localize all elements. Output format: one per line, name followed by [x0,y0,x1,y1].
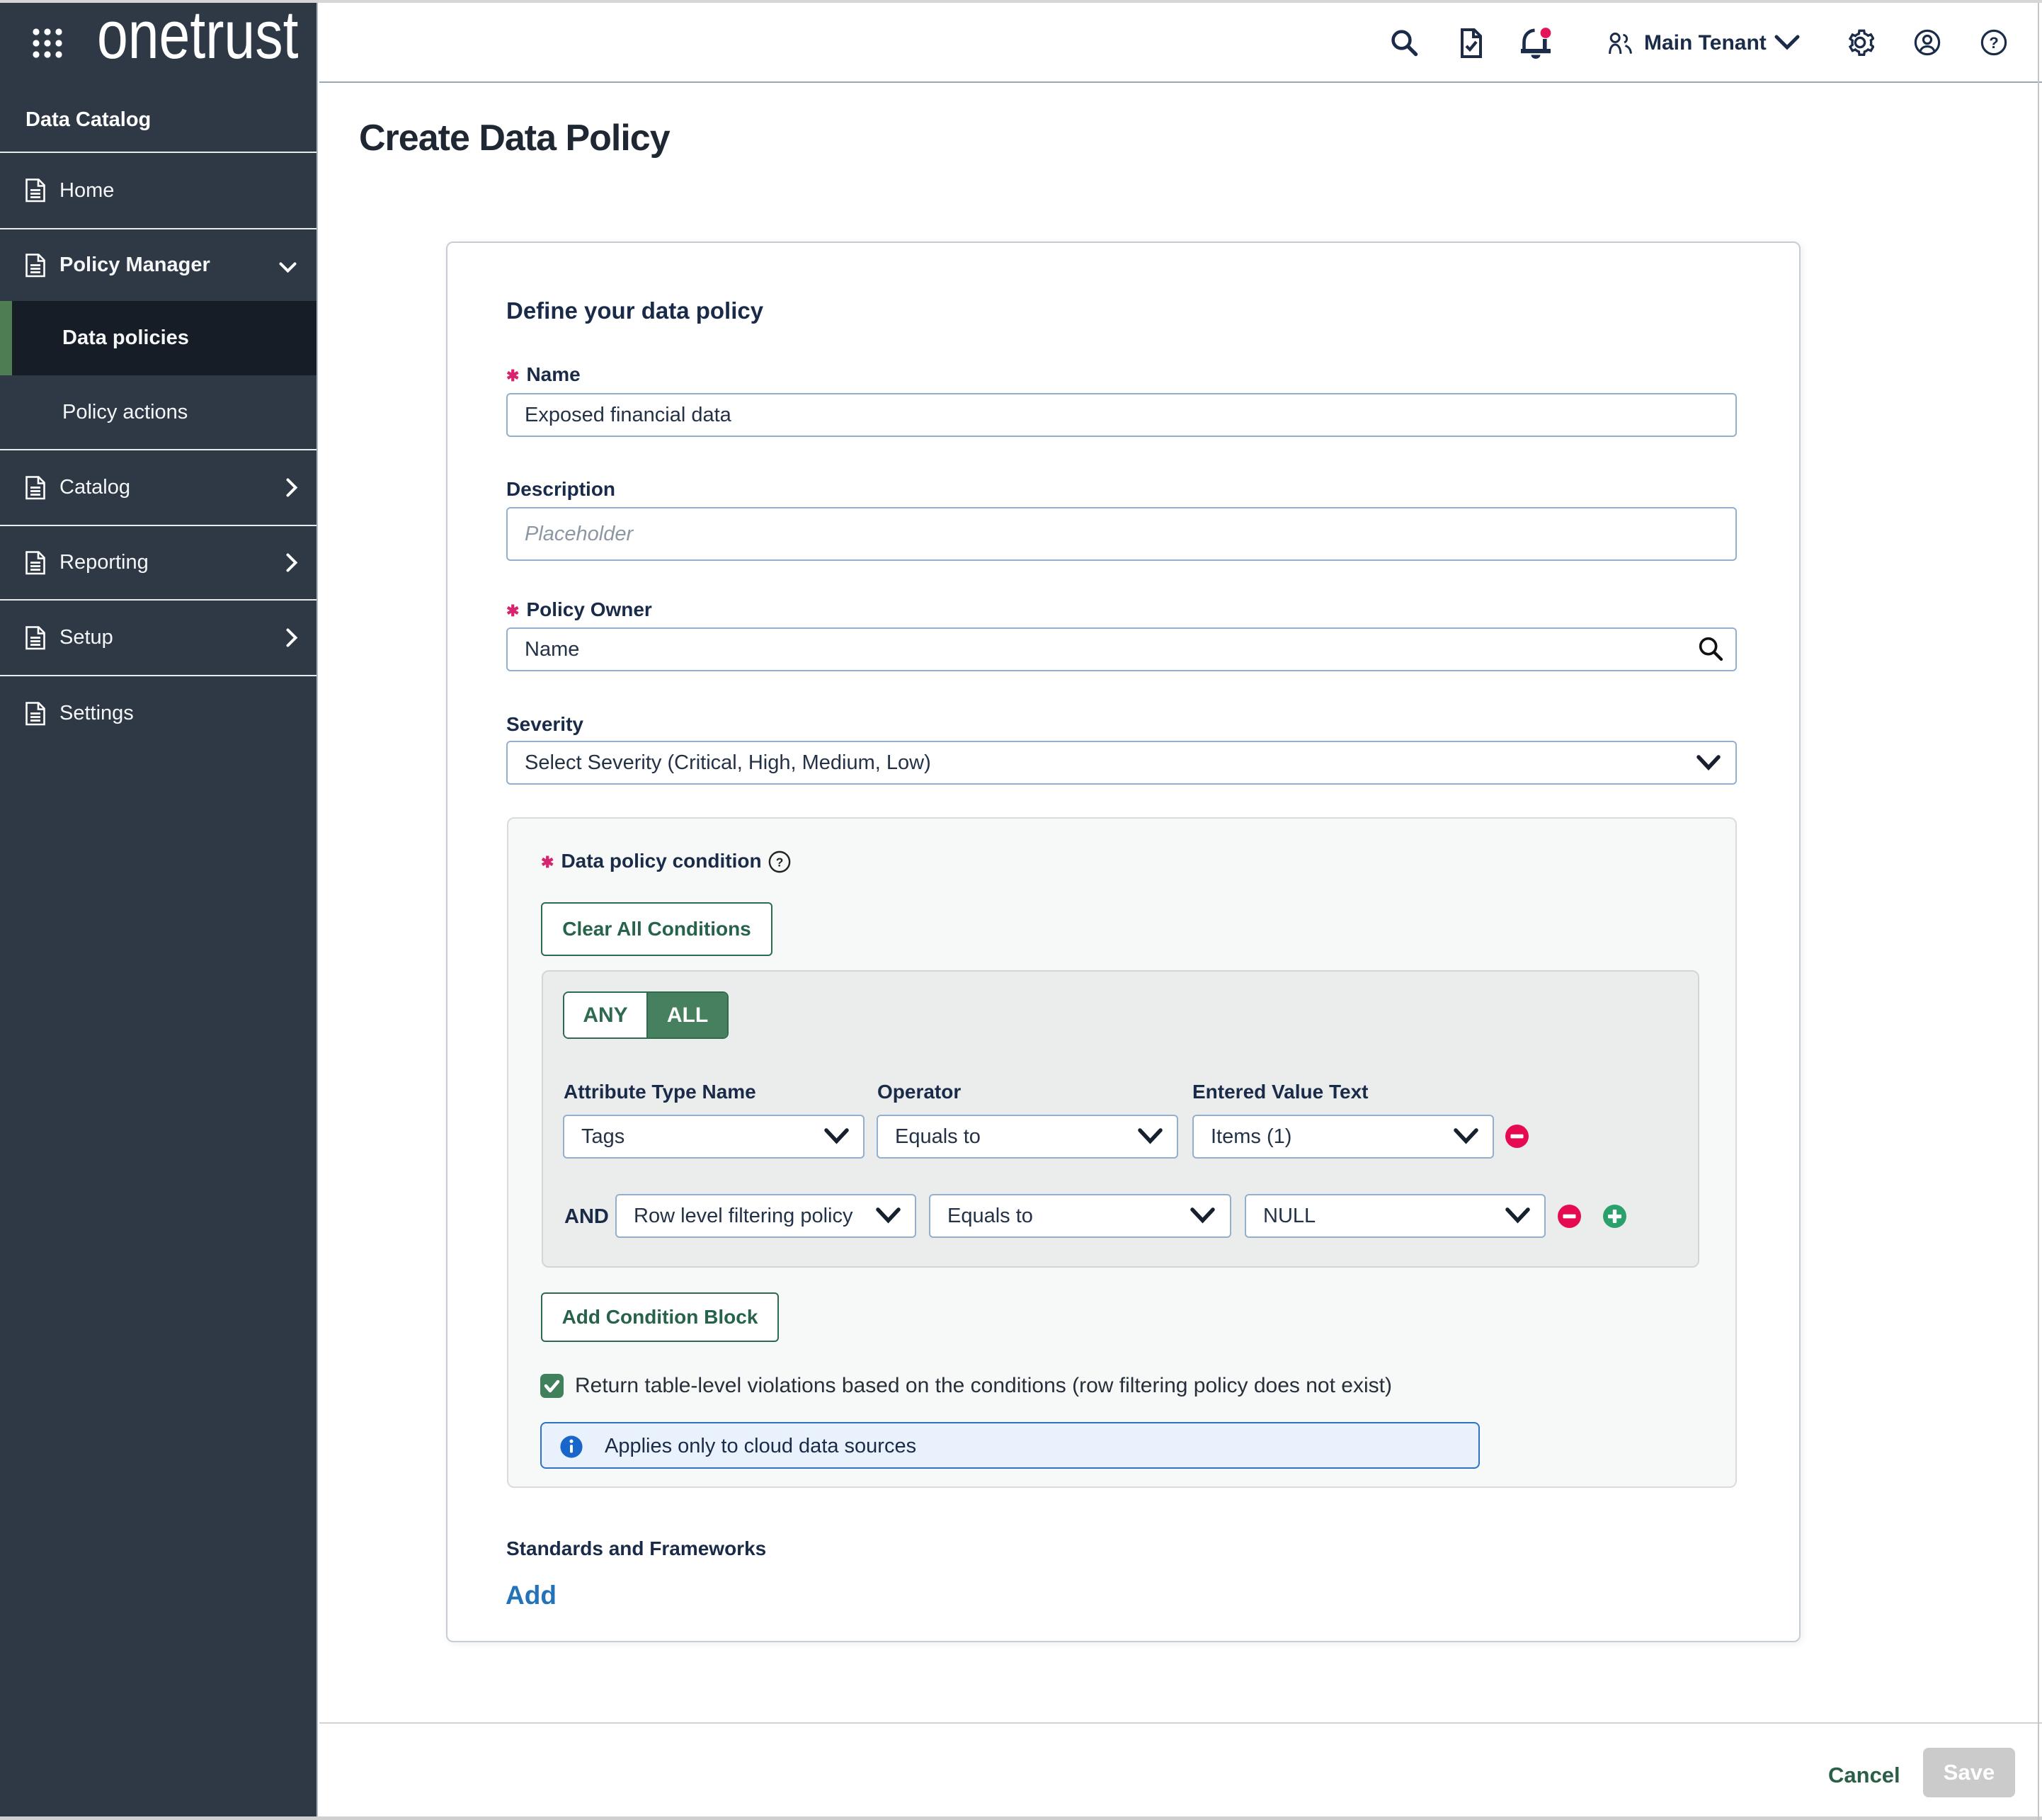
svg-text:?: ? [1989,34,1999,52]
svg-text:?: ? [776,855,784,870]
